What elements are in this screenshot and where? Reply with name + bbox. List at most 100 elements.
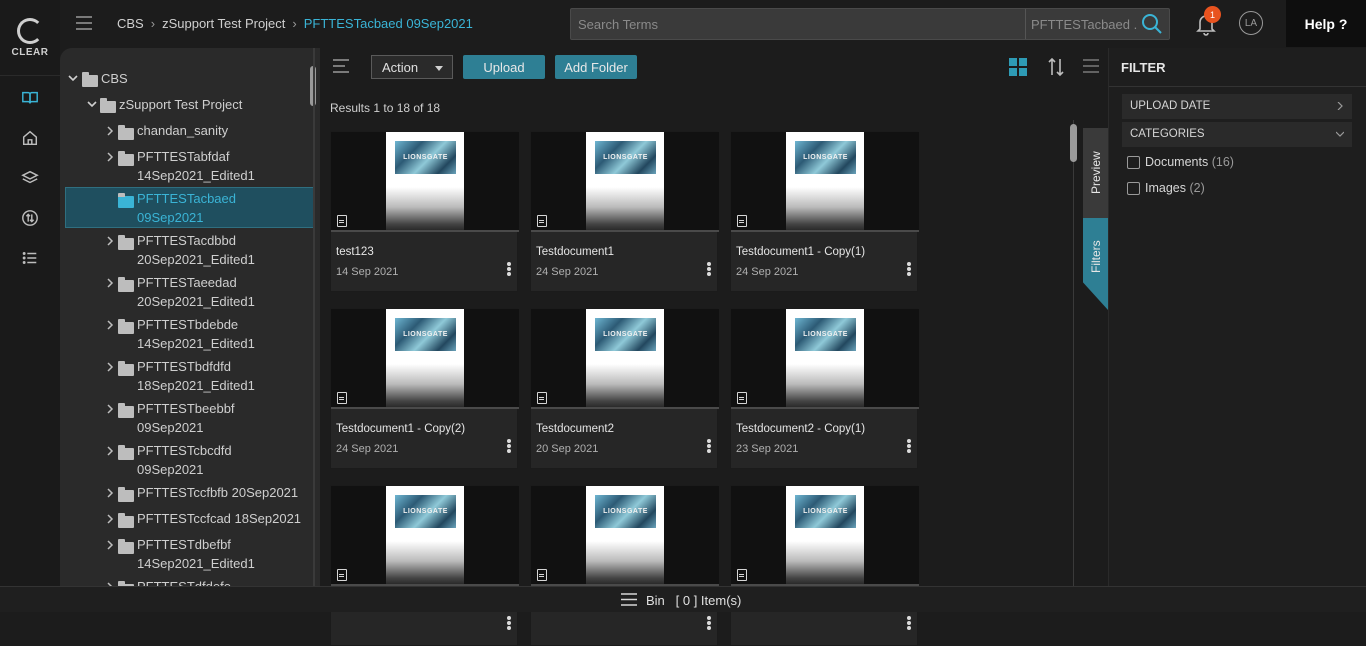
action-dropdown[interactable]: Action <box>371 55 453 79</box>
tree-folder-label[interactable]: PFTTESTacbaed <box>137 189 236 208</box>
tab-preview[interactable]: Preview <box>1083 128 1108 218</box>
layers-icon[interactable] <box>20 168 40 188</box>
more-options-icon[interactable] <box>907 439 911 453</box>
clear-logo[interactable]: CLEAR <box>0 0 60 76</box>
tree-folder-label[interactable]: PFTTESTbeebbf <box>137 399 235 418</box>
more-options-icon[interactable] <box>707 262 711 276</box>
asset-title[interactable]: Testdocument2 <box>536 423 614 435</box>
asset-thumbnail[interactable]: LIONSGATE <box>331 132 519 232</box>
chevron-down-icon[interactable] <box>87 99 97 109</box>
more-options-icon[interactable] <box>507 616 511 630</box>
tree-folder-label[interactable]: 20Sep2021_Edited1 <box>137 250 255 269</box>
grid-view-icon[interactable] <box>1009 58 1027 76</box>
asset-thumbnail[interactable]: LIONSGATE <box>531 486 719 586</box>
bin-bar[interactable]: Bin [ 0 ] Item(s) <box>0 586 1366 612</box>
checkbox[interactable] <box>1127 156 1140 169</box>
chevron-right-icon[interactable] <box>105 488 115 498</box>
checkbox[interactable] <box>1127 182 1140 195</box>
tree-folder-label[interactable]: 09Sep2021 <box>137 418 204 437</box>
upload-button[interactable]: Upload <box>463 55 545 79</box>
panel-divider[interactable] <box>313 48 315 586</box>
search-box[interactable]: Search Terms PFTTESTacbaed ... <box>570 8 1170 40</box>
chevron-right-icon[interactable] <box>105 152 115 162</box>
filter-section-upload-date[interactable]: UPLOAD DATE <box>1122 94 1352 119</box>
asset-card[interactable]: LIONSGATE Testdocument2 - Copy(1) 23 Sep… <box>730 308 919 469</box>
library-icon[interactable] <box>20 88 40 108</box>
tree-folder-label[interactable]: PFTTESTabfdaf <box>137 147 229 166</box>
tree-folder-label[interactable]: chandan_sanity <box>137 121 228 140</box>
chevron-right-icon[interactable] <box>105 126 115 136</box>
tree-folder-label[interactable]: 14Sep2021_Edited1 <box>137 166 255 185</box>
chevron-right-icon[interactable] <box>105 278 115 288</box>
menu-icon[interactable] <box>74 13 94 33</box>
grid-scrollbar[interactable] <box>1070 124 1077 162</box>
more-options-icon[interactable] <box>707 439 711 453</box>
asset-card[interactable]: LIONSGATE Testdocument2 20 Sep 2021 <box>530 308 719 469</box>
search-input[interactable]: Search Terms <box>578 17 658 32</box>
asset-card[interactable]: LIONSGATE Testdocument1 - Copy(2) 24 Sep… <box>330 308 519 469</box>
asset-card[interactable]: LIONSGATE Testdocument1 - Copy(1) 24 Sep… <box>730 131 919 292</box>
tree-folder-label[interactable]: PFTTESTccfcad 18Sep2021 <box>137 509 301 528</box>
bin-menu-icon[interactable] <box>620 592 638 607</box>
chevron-right-icon[interactable] <box>105 514 115 524</box>
more-options-icon[interactable] <box>507 262 511 276</box>
list-icon[interactable] <box>20 248 40 268</box>
breadcrumb-item[interactable]: zSupport Test Project <box>162 16 285 31</box>
asset-card[interactable]: LIONSGATE Testdocument1 24 Sep 2021 <box>530 131 719 292</box>
chevron-down-icon[interactable] <box>68 73 78 83</box>
tree-project[interactable]: zSupport Test Project <box>119 95 242 114</box>
tree-folder-label[interactable]: 14Sep2021_Edited1 <box>137 334 255 353</box>
asset-card[interactable]: LIONSGATE test123 14 Sep 2021 <box>330 131 519 292</box>
more-options-icon[interactable] <box>907 616 911 630</box>
asset-card[interactable]: LIONSGATE <box>530 485 719 646</box>
asset-title[interactable]: Testdocument1 - Copy(2) <box>336 423 465 435</box>
tree-folder-label[interactable]: 14Sep2021_Edited1 <box>137 554 255 573</box>
home-icon[interactable] <box>20 128 40 148</box>
asset-thumbnail[interactable]: LIONSGATE <box>731 132 919 232</box>
asset-thumbnail[interactable]: LIONSGATE <box>531 309 719 409</box>
tree-folder-label[interactable]: 18Sep2021_Edited1 <box>137 376 255 395</box>
search-scope[interactable]: PFTTESTacbaed ... <box>1025 9 1137 39</box>
tree-folder-label[interactable]: PFTTESTbdfdfd <box>137 357 231 376</box>
asset-title[interactable]: Testdocument1 - Copy(1) <box>736 246 865 258</box>
filter-section-categories[interactable]: CATEGORIES <box>1122 122 1352 147</box>
sort-icon[interactable] <box>1047 57 1065 77</box>
more-options-icon[interactable] <box>707 616 711 630</box>
add-folder-button[interactable]: Add Folder <box>555 55 637 79</box>
tree-folder-label[interactable]: PFTTESTcbcdfd <box>137 441 232 460</box>
asset-thumbnail[interactable]: LIONSGATE <box>331 486 519 586</box>
asset-title[interactable]: test123 <box>336 246 374 258</box>
tab-filters[interactable]: Filters <box>1083 218 1108 310</box>
more-options-icon[interactable] <box>907 262 911 276</box>
tree-folder-label[interactable]: PFTTESTccfbfb 20Sep2021 <box>137 483 298 502</box>
tree-folder-label[interactable]: 20Sep2021_Edited1 <box>137 292 255 311</box>
breadcrumb-item[interactable]: CBS <box>117 16 144 31</box>
tree-folder-label[interactable]: PFTTESTdfdefe <box>137 577 231 586</box>
avatar[interactable]: LA <box>1239 11 1263 35</box>
help-button[interactable]: Help ? <box>1286 0 1366 47</box>
chevron-right-icon[interactable] <box>105 236 115 246</box>
collapse-menu-icon[interactable] <box>332 58 350 74</box>
asset-thumbnail[interactable]: LIONSGATE <box>731 309 919 409</box>
tree-folder-label[interactable]: 09Sep2021 <box>137 460 204 479</box>
chevron-right-icon[interactable] <box>105 540 115 550</box>
transfer-icon[interactable] <box>20 208 40 228</box>
asset-title[interactable]: Testdocument1 <box>536 246 614 258</box>
chevron-right-icon[interactable] <box>105 362 115 372</box>
chevron-right-icon[interactable] <box>105 404 115 414</box>
asset-card[interactable]: LIONSGATE <box>330 485 519 646</box>
tree-folder-label[interactable]: PFTTESTbdebde <box>137 315 238 334</box>
chevron-right-icon[interactable] <box>105 320 115 330</box>
asset-thumbnail[interactable]: LIONSGATE <box>531 132 719 232</box>
asset-thumbnail[interactable]: LIONSGATE <box>731 486 919 586</box>
asset-card[interactable]: LIONSGATE <box>730 485 919 646</box>
tree-folder-label[interactable]: 09Sep2021 <box>137 208 204 227</box>
search-icon[interactable] <box>1141 13 1163 35</box>
tree-root[interactable]: CBS <box>101 69 128 88</box>
more-options-icon[interactable] <box>507 439 511 453</box>
asset-title[interactable]: Testdocument2 - Copy(1) <box>736 423 865 435</box>
asset-thumbnail[interactable]: LIONSGATE <box>331 309 519 409</box>
tree-folder-label[interactable]: PFTTESTdbefbf <box>137 535 231 554</box>
list-view-icon[interactable] <box>1082 58 1100 74</box>
tree-folder-label[interactable]: PFTTESTaeedad <box>137 273 237 292</box>
